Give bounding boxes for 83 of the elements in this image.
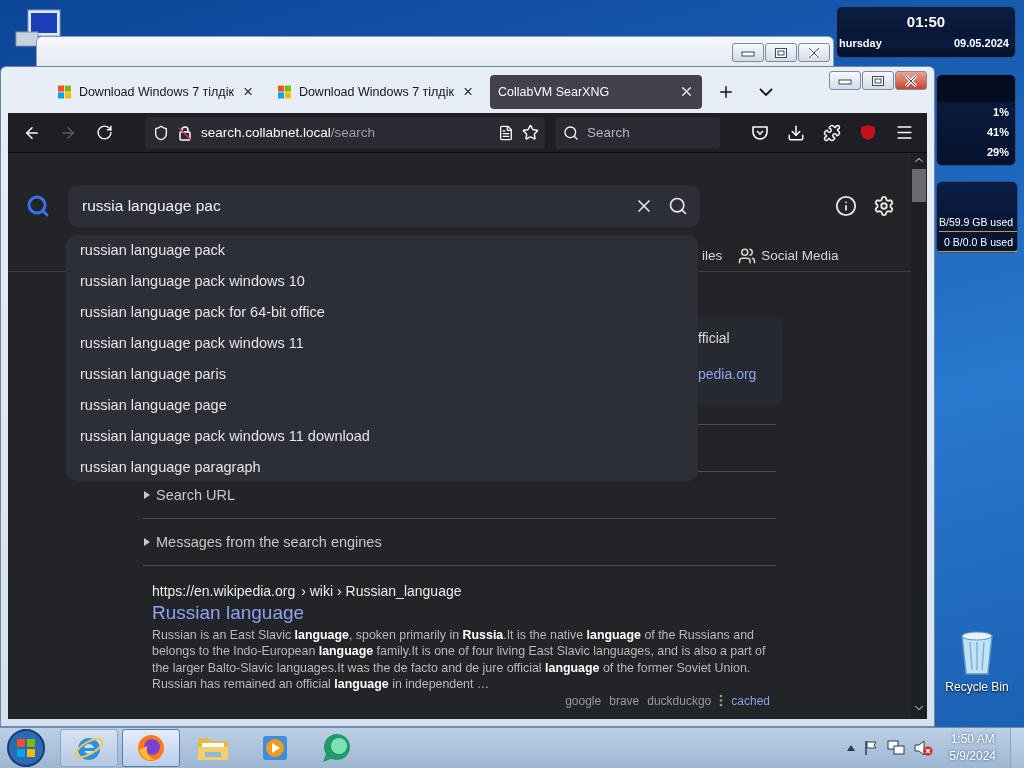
desktop-icon-label: Recycle Bin — [945, 680, 1009, 694]
start-button[interactable] — [4, 728, 48, 768]
clock-time: 1:50 AM — [950, 731, 995, 748]
browser-tab[interactable]: Download Windows 7 тілдік — [270, 74, 482, 109]
flag-icon[interactable] — [863, 740, 880, 756]
search-icon — [668, 196, 688, 216]
clock-time: 01:50 — [905, 12, 947, 32]
search-icon — [563, 124, 579, 141]
taskbar-app-button[interactable] — [60, 729, 118, 767]
maximize-button[interactable] — [862, 71, 894, 90]
disk-usage-reading: 0 B/0.0 B used — [939, 232, 1017, 252]
shield-badge-icon — [860, 124, 876, 141]
clock-date: 5/9/2024 — [949, 748, 996, 765]
collapsible-section[interactable]: Messages from the search engines — [143, 534, 382, 550]
menu-icon — [894, 123, 914, 142]
suggestion-item[interactable]: russian language pack windows 10 — [66, 266, 698, 297]
network-icon[interactable] — [887, 740, 906, 756]
infobox-link[interactable]: pedia.org — [698, 366, 782, 382]
search-logo-icon — [26, 194, 50, 218]
date-label: 09.05.2024 — [953, 37, 1009, 49]
suggestion-item[interactable]: russian language pack windows 11 — [66, 328, 698, 359]
infobox-text: fficial — [698, 330, 731, 346]
taskbar-app-button[interactable] — [122, 729, 180, 767]
puzzle-icon — [823, 123, 841, 142]
reader-view-icon[interactable] — [498, 124, 514, 141]
usage-reading: 1% — [992, 105, 1010, 120]
engine-label: google — [565, 693, 602, 708]
muted-speaker-icon[interactable] — [913, 739, 934, 757]
close-icon — [904, 74, 918, 87]
category-tab[interactable]: Social Media — [738, 246, 839, 265]
result-url: https://en.wikipedia.org › wiki › Russian_language — [152, 583, 463, 599]
minimize-icon — [838, 76, 852, 85]
bookmark-star-icon[interactable] — [522, 124, 539, 141]
media-player-icon — [260, 733, 290, 763]
suggestion-item[interactable]: russian language paragraph — [66, 452, 698, 483]
weekday-label: hursday — [839, 37, 882, 49]
close-button[interactable] — [895, 71, 927, 90]
reload-icon — [95, 124, 113, 141]
close-button[interactable] — [798, 43, 830, 62]
category-tab[interactable]: iles — [702, 248, 723, 263]
close-tab-icon[interactable] — [679, 84, 694, 99]
people-icon — [738, 246, 757, 265]
result-title-link[interactable]: Russian language — [152, 602, 776, 624]
search-button[interactable] — [668, 196, 688, 216]
engine-label: brave — [609, 693, 640, 708]
query-field[interactable]: russia language pac — [68, 185, 700, 227]
download-icon — [787, 123, 805, 142]
disk-usage-reading: B/59.9 GB used — [939, 212, 1017, 232]
address-bar[interactable]: search.collabnet.local/search — [145, 116, 545, 149]
cached-link[interactable]: cached — [731, 693, 770, 708]
info-icon — [835, 195, 857, 217]
insecure-lock-icon — [177, 124, 193, 141]
windows-logo-icon — [58, 83, 71, 100]
pocket-icon — [751, 123, 769, 142]
minimize-icon — [741, 48, 755, 57]
firefox-icon — [135, 732, 167, 764]
usage-reading: 41% — [985, 125, 1010, 140]
browser-tab[interactable]: Download Windows 7 тілдік — [50, 74, 262, 109]
collapsible-section[interactable]: Search URL — [143, 487, 235, 503]
maximize-icon — [871, 74, 885, 87]
chevron-down-icon — [759, 87, 773, 96]
suggestion-item[interactable]: russian language paris — [66, 359, 698, 390]
suggestion-item[interactable]: russian language page — [66, 390, 698, 421]
usage-reading: 29% — [985, 145, 1010, 160]
url-text: search.collabnet.local/search — [201, 125, 377, 140]
more-icon[interactable] — [719, 694, 724, 708]
info-button[interactable] — [835, 195, 857, 217]
settings-button[interactable] — [873, 195, 895, 217]
windows-logo-icon — [278, 83, 291, 100]
suggestion-item[interactable]: russian language pack for 64-bit office — [66, 297, 698, 328]
show-hidden-icons-icon[interactable] — [847, 745, 856, 751]
gear-icon — [873, 195, 895, 217]
suggestion-item[interactable]: russian language pack windows 11 download — [66, 421, 698, 452]
suggestion-item[interactable]: russian language pack — [66, 235, 698, 266]
engine-label: duckduckgo — [647, 693, 712, 708]
scrollbar-thumb[interactable] — [912, 169, 926, 202]
shield-icon — [153, 124, 169, 141]
maximize-icon — [774, 46, 788, 59]
browser-tab[interactable]: CollabVM SearXNG — [490, 74, 702, 109]
maximize-button[interactable] — [765, 43, 797, 62]
web-search-field[interactable]: Search — [555, 116, 720, 149]
close-icon — [807, 46, 821, 59]
result-snippet: Russian is an East Slavic language, spoken primarily in Russia.It is the native language of the Russians and belongs to the Indo-European language family.It is one of four living East Slavic languages, and is also a part of the larger Balto-Slavic languages.It was the de facto and de jure official language of the former Soviet Union. Russian has remained an official language in independent … — [152, 627, 767, 693]
